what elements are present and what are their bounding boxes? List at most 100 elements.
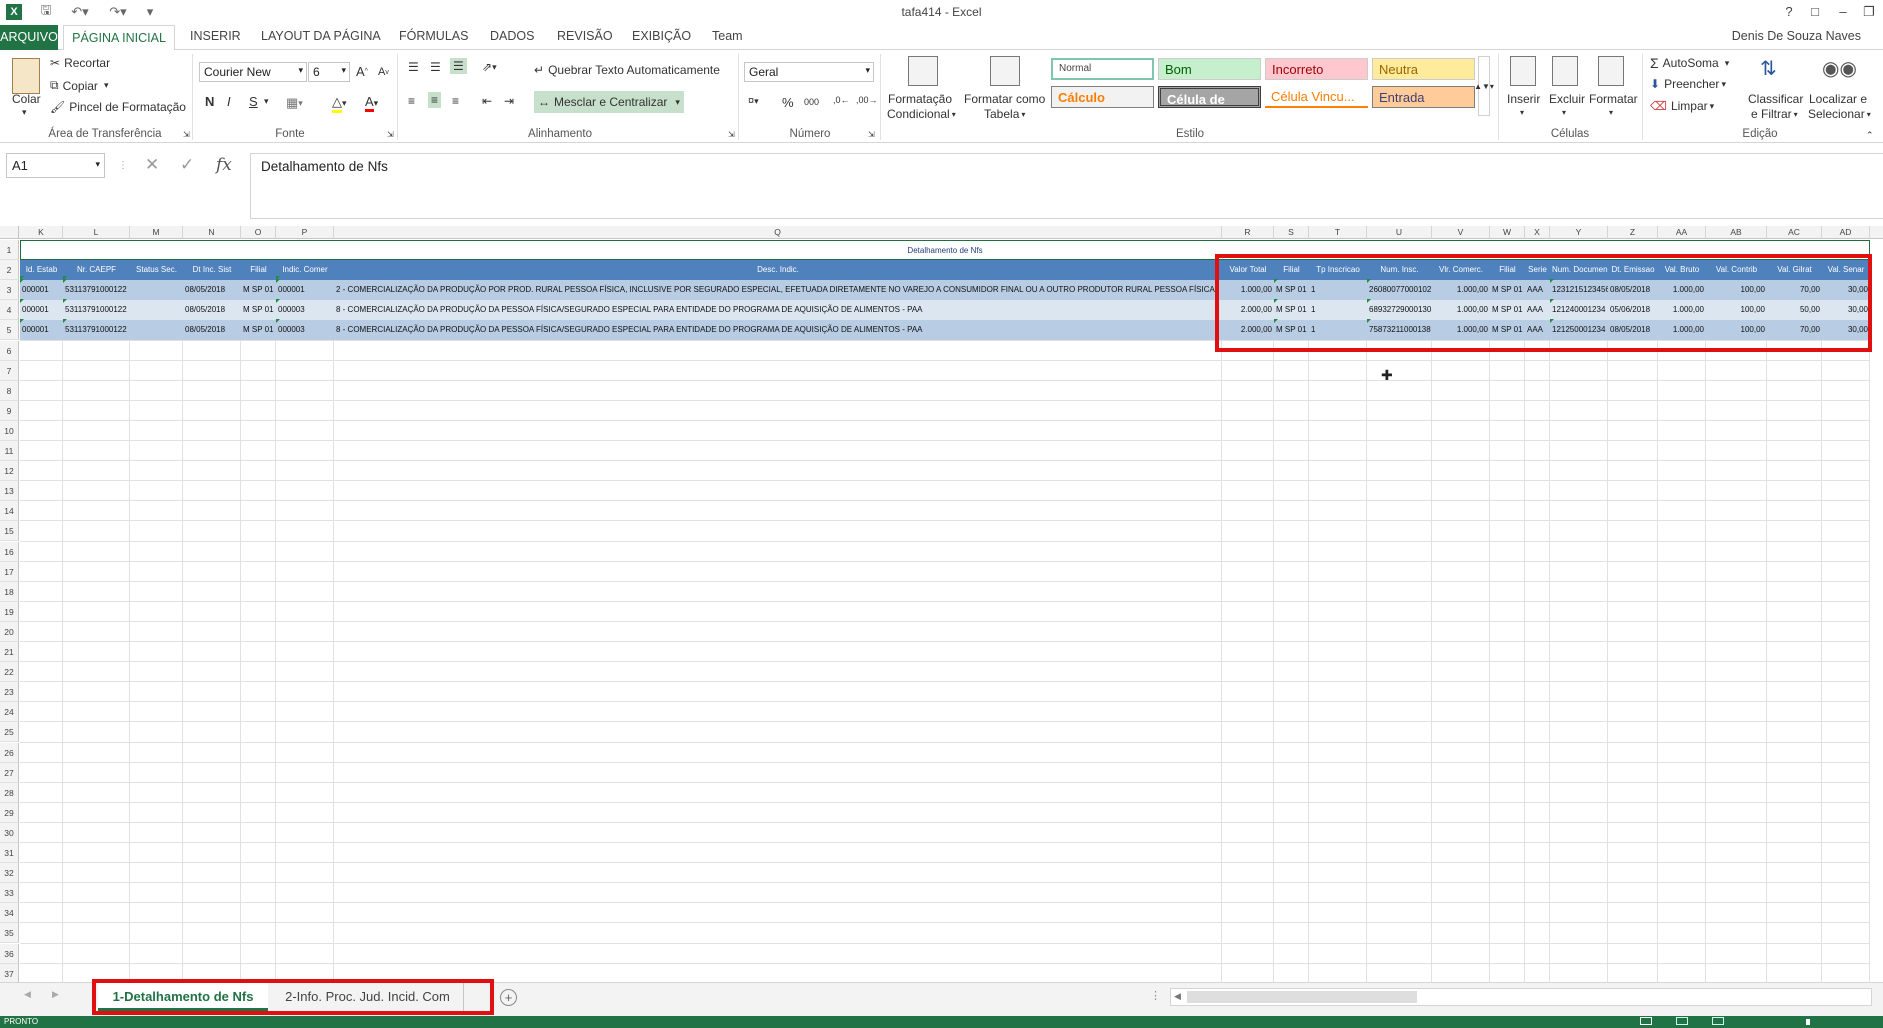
scroll-thumb[interactable]: [1187, 991, 1417, 1003]
table-cell[interactable]: 100,00: [1706, 300, 1767, 321]
cut-button[interactable]: ✂ Recortar: [50, 56, 110, 70]
header-cell[interactable]: Serie: [1525, 260, 1550, 281]
table-cell[interactable]: 1.000,00: [1658, 300, 1706, 321]
row-header-29[interactable]: 29: [0, 802, 19, 823]
cancel-icon[interactable]: ✕: [145, 155, 159, 175]
delete-cells-button[interactable]: Excluir: [1549, 92, 1585, 106]
select-all-corner[interactable]: [0, 226, 19, 239]
fill-button[interactable]: ⬇ Preencher ▾: [1650, 77, 1726, 91]
header-cell[interactable]: Num. Insc.: [1367, 260, 1432, 281]
collapse-ribbon-icon[interactable]: ⌃: [1866, 130, 1874, 141]
tab-team[interactable]: Team: [712, 29, 743, 43]
font-size-select[interactable]: 6 ▾: [308, 62, 350, 82]
format-as-table-button[interactable]: Formatar como: [964, 92, 1045, 106]
column-header-u[interactable]: U: [1367, 226, 1432, 239]
row-header-16[interactable]: 16: [0, 541, 19, 562]
column-header-k[interactable]: K: [20, 226, 63, 239]
align-bottom-icon[interactable]: ☰: [450, 58, 467, 74]
table-cell[interactable]: 1.000,00: [1432, 280, 1490, 301]
column-header-w[interactable]: W: [1490, 226, 1525, 239]
column-header-ad[interactable]: AD: [1822, 226, 1870, 239]
table-cell[interactable]: M SP 01: [1490, 320, 1525, 341]
table-cell[interactable]: [130, 280, 183, 301]
number-launcher-icon[interactable]: ⇲: [868, 130, 875, 139]
row-header-21[interactable]: 21: [0, 642, 19, 663]
table-cell[interactable]: AAA: [1525, 300, 1550, 321]
table-cell[interactable]: [130, 300, 183, 321]
clear-button[interactable]: ⌫ Limpar ▾: [1650, 99, 1714, 113]
column-header-l[interactable]: L: [63, 226, 130, 239]
user-name[interactable]: Denis De Souza Naves: [1732, 29, 1861, 43]
header-cell[interactable]: Valor Total: [1222, 260, 1274, 281]
minimize-icon[interactable]: –: [1830, 2, 1856, 22]
restore-icon[interactable]: ❐: [1856, 2, 1882, 22]
row-header-5[interactable]: 5: [0, 320, 19, 341]
row-header-20[interactable]: 20: [0, 621, 19, 642]
row-header-18[interactable]: 18: [0, 581, 19, 602]
table-cell[interactable]: 08/05/2018: [183, 300, 241, 321]
row-header-27[interactable]: 27: [0, 762, 19, 783]
table-cell[interactable]: 2.000,00: [1222, 300, 1274, 321]
header-cell[interactable]: Dt Inc. Sist: [183, 260, 241, 281]
format-painter-button[interactable]: 🖌 Pincel de Formatação: [50, 100, 186, 114]
row-header-19[interactable]: 19: [0, 601, 19, 622]
ribbon-display-icon[interactable]: □: [1802, 2, 1828, 22]
bold-button[interactable]: N: [205, 94, 214, 109]
alignment-launcher-icon[interactable]: ⇲: [728, 130, 735, 139]
header-cell[interactable]: Indic. Comer: [276, 260, 334, 281]
tab-review[interactable]: REVISÃO: [557, 29, 613, 43]
decrease-decimal-icon[interactable]: ,00→: [856, 95, 878, 105]
row-header-10[interactable]: 10: [0, 420, 19, 441]
row-header-33[interactable]: 33: [0, 883, 19, 904]
chevron-down-icon[interactable]: ▾: [1562, 108, 1566, 117]
zoom-slider[interactable]: [1806, 1019, 1810, 1025]
table-cell[interactable]: 08/05/2018: [1608, 280, 1658, 301]
row-header-8[interactable]: 8: [0, 380, 19, 401]
delete-cells-icon[interactable]: [1552, 56, 1578, 86]
table-cell[interactable]: 1.000,00: [1432, 300, 1490, 321]
table-cell[interactable]: 000001: [20, 320, 63, 341]
align-right-icon[interactable]: ≡: [452, 94, 459, 108]
formula-input[interactable]: Detalhamento de Nfs: [250, 153, 1883, 219]
table-cell[interactable]: 2 - COMERCIALIZAÇÃO DA PRODUÇÃO POR PROD…: [334, 280, 1222, 301]
table-cell[interactable]: 26080077000102: [1367, 280, 1432, 301]
table-cell[interactable]: 8 - COMERCIALIZAÇÃO DA PRODUÇÃO DA PESSO…: [334, 300, 1222, 321]
row-header-34[interactable]: 34: [0, 903, 19, 924]
row-header-28[interactable]: 28: [0, 782, 19, 803]
row-header-13[interactable]: 13: [0, 481, 19, 502]
table-cell[interactable]: 70,00: [1767, 280, 1822, 301]
column-header-v[interactable]: V: [1432, 226, 1490, 239]
column-header-ac[interactable]: AC: [1767, 226, 1822, 239]
formula-bar-menu-icon[interactable]: ⋮: [118, 160, 128, 171]
table-cell[interactable]: 08/05/2018: [183, 320, 241, 341]
find-select-label2[interactable]: Selecionar ▾: [1808, 107, 1871, 121]
header-cell[interactable]: Nr. CAEPF: [63, 260, 130, 281]
table-cell[interactable]: 08/05/2018: [183, 280, 241, 301]
format-as-table-icon[interactable]: [990, 56, 1020, 86]
sheet-prev-icon[interactable]: ◀: [24, 989, 31, 1000]
table-cell[interactable]: 1: [1309, 300, 1367, 321]
increase-decimal-icon[interactable]: ,0←: [833, 95, 850, 105]
header-cell[interactable]: Val. Gilrat: [1767, 260, 1822, 281]
column-header-n[interactable]: N: [183, 226, 241, 239]
row-header-22[interactable]: 22: [0, 662, 19, 683]
align-middle-icon[interactable]: ☰: [430, 60, 441, 74]
help-icon[interactable]: ?: [1776, 2, 1802, 22]
page-layout-icon[interactable]: [1676, 1017, 1688, 1025]
scroll-left-icon[interactable]: ◀: [1174, 991, 1181, 1002]
borders-icon[interactable]: ▦ ▾: [286, 95, 303, 111]
header-cell[interactable]: Vlr. Comerc.: [1432, 260, 1490, 281]
style-normal[interactable]: Normal: [1051, 58, 1154, 80]
table-cell[interactable]: 1.000,00: [1658, 280, 1706, 301]
table-cell[interactable]: 000001: [276, 280, 334, 301]
header-cell[interactable]: Filial: [241, 260, 276, 281]
table-cell[interactable]: 100,00: [1706, 280, 1767, 301]
row-header-3[interactable]: 3: [0, 280, 19, 301]
table-cell[interactable]: 000003: [276, 320, 334, 341]
table-cell[interactable]: AAA: [1525, 280, 1550, 301]
table-cell[interactable]: 1.000,00: [1432, 320, 1490, 341]
column-header-aa[interactable]: AA: [1658, 226, 1706, 239]
sheet-next-icon[interactable]: ▶: [52, 989, 59, 1000]
insert-cells-icon[interactable]: [1510, 56, 1536, 86]
row-header-24[interactable]: 24: [0, 702, 19, 723]
